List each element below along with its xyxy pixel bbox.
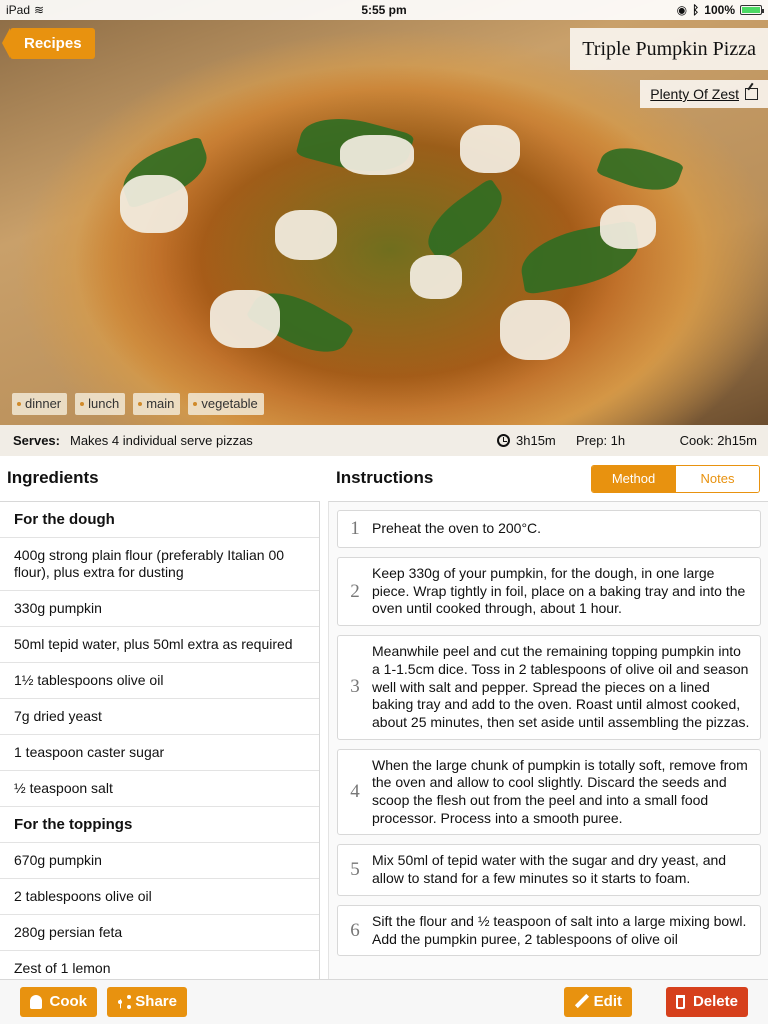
- bluetooth-icon: ᛒ: [692, 3, 700, 17]
- ingredient-item: 7g dried yeast: [0, 699, 319, 735]
- step-text: Keep 330g of your pumpkin, for the dough…: [372, 565, 746, 617]
- status-bar: iPad ≋ 5:55 pm ◉ ᛒ 100%: [0, 0, 768, 20]
- step-number: 2: [350, 580, 360, 602]
- photo-decoration: [600, 205, 656, 249]
- instructions-tab-switcher: Method Notes: [591, 465, 760, 493]
- ingredient-item: 2 tablespoons olive oil: [0, 879, 319, 915]
- photo-decoration: [410, 255, 462, 299]
- instruction-step: 5 Mix 50ml of tepid water with the sugar…: [337, 844, 761, 896]
- tag-list: dinner lunch main vegetable: [12, 393, 264, 415]
- photo-decoration: [120, 175, 188, 233]
- tag-main[interactable]: main: [133, 393, 181, 415]
- share-button-label: Share: [135, 993, 177, 1010]
- open-external-icon: [745, 88, 758, 100]
- instructions-list[interactable]: 1 Preheat the oven to 200°C. 2 Keep 330g…: [328, 501, 768, 979]
- recipe-title: Triple Pumpkin Pizza: [570, 28, 768, 70]
- ingredient-item: 1½ tablespoons olive oil: [0, 663, 319, 699]
- ingredient-item: 400g strong plain flour (preferably Ital…: [0, 538, 319, 591]
- orientation-lock-icon: ◉: [676, 3, 688, 17]
- source-link[interactable]: Plenty Of Zest: [640, 80, 768, 108]
- ingredient-item: Zest of 1 lemon: [0, 951, 319, 979]
- total-time-value: 3h15m: [516, 433, 556, 448]
- step-number: 3: [350, 676, 360, 698]
- ingredient-item: ½ teaspoon salt: [0, 771, 319, 807]
- trash-icon: [676, 995, 685, 1009]
- recipe-info-bar: Serves: Makes 4 individual serve pizzas …: [0, 425, 768, 456]
- instruction-step: 1 Preheat the oven to 200°C.: [337, 510, 761, 548]
- ingredient-item: 330g pumpkin: [0, 591, 319, 627]
- step-number: 6: [350, 919, 360, 941]
- cook-button[interactable]: Cook: [20, 987, 97, 1017]
- total-time: 3h15m: [497, 425, 556, 456]
- step-number: 4: [350, 781, 360, 803]
- delete-button[interactable]: Delete: [666, 987, 748, 1017]
- ingredient-item: 280g persian feta: [0, 915, 319, 951]
- ingredient-item: 1 teaspoon caster sugar: [0, 735, 319, 771]
- status-time: 5:55 pm: [361, 3, 407, 17]
- instruction-step: 6 Sift the flour and ½ teaspoon of salt …: [337, 904, 761, 957]
- source-link-label: Plenty Of Zest: [650, 86, 739, 102]
- step-number: 1: [350, 518, 360, 539]
- instruction-step: 2 Keep 330g of your pumpkin, for the dou…: [337, 557, 761, 627]
- share-icon: [117, 994, 127, 1010]
- step-number: 5: [350, 859, 360, 881]
- battery-icon: [740, 5, 764, 15]
- battery-level: [742, 7, 760, 13]
- photo-decoration: [210, 290, 280, 348]
- clock-icon: [497, 434, 510, 447]
- instructions-heading: Instructions: [336, 468, 434, 487]
- pencil-icon: [574, 994, 586, 1010]
- battery-percent: 100%: [704, 3, 735, 17]
- ingredient-section-heading: For the dough: [0, 502, 319, 538]
- photo-decoration: [500, 300, 570, 360]
- instruction-step: 4 When the large chunk of pumpkin is tot…: [337, 748, 761, 836]
- back-to-recipes-button[interactable]: Recipes: [2, 28, 95, 59]
- bottom-toolbar: Cook Share Edit Delete: [0, 979, 768, 1024]
- serves-label: Serves:: [13, 433, 60, 448]
- tag-dinner[interactable]: dinner: [12, 393, 68, 415]
- ingredient-item: 670g pumpkin: [0, 843, 319, 879]
- cook-time: Cook: 2h15m: [679, 433, 757, 448]
- photo-decoration: [460, 125, 520, 173]
- step-text: Sift the flour and ½ teaspoon of salt in…: [372, 912, 747, 947]
- delete-button-label: Delete: [692, 993, 738, 1010]
- ingredient-section-heading: For the toppings: [0, 807, 319, 843]
- step-text: Preheat the oven to 200°C.: [372, 520, 542, 537]
- photo-decoration: [595, 137, 685, 201]
- photo-decoration: [416, 177, 514, 263]
- step-text: Mix 50ml of tepid water with the sugar a…: [372, 852, 727, 887]
- edit-button-label: Edit: [593, 993, 622, 1010]
- ingredient-item: 50ml tepid water, plus 50ml extra as req…: [0, 627, 319, 663]
- photo-decoration: [340, 135, 414, 175]
- ingredients-heading: Ingredients: [7, 468, 99, 487]
- step-text: When the large chunk of pumpkin is total…: [372, 756, 748, 826]
- tab-notes[interactable]: Notes: [675, 466, 759, 492]
- ingredients-list[interactable]: For the dough 400g strong plain flour (p…: [0, 501, 320, 979]
- instruction-step: 3 Meanwhile peel and cut the remaining t…: [337, 635, 761, 740]
- cook-button-label: Cook: [49, 993, 88, 1010]
- tag-lunch[interactable]: lunch: [75, 393, 126, 415]
- serves-value: Makes 4 individual serve pizzas: [70, 433, 253, 448]
- edit-button[interactable]: Edit: [564, 987, 632, 1017]
- tag-vegetable[interactable]: vegetable: [188, 393, 264, 415]
- tab-method[interactable]: Method: [592, 466, 675, 492]
- step-text: Meanwhile peel and cut the remaining top…: [372, 643, 750, 730]
- photo-decoration: [275, 210, 337, 260]
- share-button[interactable]: Share: [107, 987, 187, 1017]
- prep-time: Prep: 1h: [576, 433, 626, 448]
- chef-hat-icon: [30, 995, 42, 1009]
